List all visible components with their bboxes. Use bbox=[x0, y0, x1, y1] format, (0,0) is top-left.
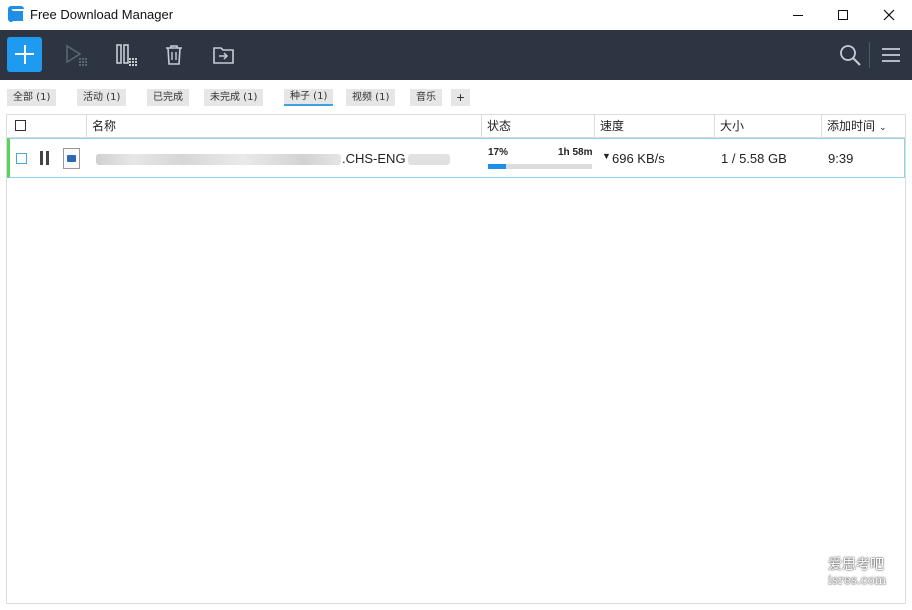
filter-all[interactable]: 全部 (1) bbox=[7, 89, 57, 106]
main-menu-button[interactable] bbox=[879, 43, 903, 67]
column-header-added[interactable]: 添加时间 ⌄ bbox=[822, 115, 905, 137]
minimize-icon bbox=[793, 14, 803, 16]
hamburger-menu-icon bbox=[882, 48, 900, 62]
table-row[interactable]: .CHS-ENG 17% 1h 58m ▼ 696 KB/s 1 / 5.58 … bbox=[7, 138, 905, 178]
download-speed: 696 KB/s bbox=[612, 151, 665, 166]
added-time: 9:39 bbox=[828, 151, 854, 166]
file-name: .CHS-ENG bbox=[342, 151, 406, 166]
search-button[interactable] bbox=[838, 43, 862, 67]
row-checkbox[interactable] bbox=[16, 153, 27, 164]
pause-icon[interactable] bbox=[39, 151, 51, 165]
downloads-table: 名称 状态 速度 大小 添加时间 ⌄ .CHS-ENG 17% 1h 58m ▼ … bbox=[6, 114, 906, 604]
move-folder-icon bbox=[213, 47, 234, 64]
pause-button[interactable] bbox=[114, 43, 138, 67]
filter-torrents[interactable]: 种子 (1) bbox=[284, 89, 334, 106]
filter-incomplete[interactable]: 未完成 (1) bbox=[204, 89, 264, 106]
title-bar: Free Download Manager bbox=[0, 0, 912, 30]
column-header-size[interactable]: 大小 bbox=[715, 115, 822, 137]
add-download-button[interactable] bbox=[7, 37, 42, 72]
watermark-line-1: 爱思考吧 bbox=[828, 557, 884, 573]
blurred-filename bbox=[96, 154, 341, 165]
column-header-name[interactable]: 名称 bbox=[87, 115, 482, 137]
filter-active[interactable]: 活动 (1) bbox=[77, 89, 127, 106]
filter-video[interactable]: 视频 (1) bbox=[346, 89, 396, 106]
minimize-button[interactable] bbox=[775, 0, 821, 30]
filter-completed[interactable]: 已完成 bbox=[147, 89, 189, 106]
filter-music[interactable]: 音乐 bbox=[410, 89, 442, 106]
video-file-icon bbox=[63, 148, 80, 169]
pause-all-icon bbox=[116, 44, 137, 66]
fdm-logo-icon bbox=[8, 6, 25, 23]
toolbar bbox=[0, 30, 912, 80]
play-icon bbox=[66, 44, 87, 66]
column-header-added-label: 添加时间 bbox=[827, 119, 876, 133]
progress-bar-fill bbox=[488, 164, 506, 169]
filter-tabs: 全部 (1) 活动 (1) 已完成 未完成 (1) 种子 (1) 视频 (1) … bbox=[0, 80, 912, 112]
move-to-folder-button[interactable] bbox=[212, 43, 236, 67]
blurred-filename-suffix bbox=[408, 154, 450, 165]
search-icon bbox=[840, 45, 861, 66]
download-arrow-icon: ▼ bbox=[602, 151, 611, 161]
sort-chevron-down-icon: ⌄ bbox=[879, 123, 887, 133]
app-window: Free Download Manager 全部 (1) 活动 (1) 已完成 … bbox=[0, 0, 912, 610]
maximize-button[interactable] bbox=[820, 0, 866, 30]
progress-percent: 17% bbox=[488, 147, 509, 158]
watermark: 爱思考吧 isres.com bbox=[828, 558, 886, 588]
header-select-cell bbox=[7, 115, 87, 137]
delete-button[interactable] bbox=[162, 43, 186, 67]
select-all-checkbox[interactable] bbox=[15, 120, 26, 131]
add-filter-button[interactable]: + bbox=[451, 89, 470, 106]
table-header: 名称 状态 速度 大小 添加时间 ⌄ bbox=[7, 115, 905, 138]
watermark-line-2: isres.com bbox=[828, 573, 887, 587]
close-button[interactable] bbox=[866, 0, 912, 30]
column-header-speed[interactable]: 速度 bbox=[595, 115, 715, 137]
resume-button[interactable] bbox=[64, 43, 88, 67]
column-header-status[interactable]: 状态 bbox=[482, 115, 595, 137]
trash-icon bbox=[166, 45, 182, 65]
progress-bar bbox=[488, 164, 592, 169]
window-title: Free Download Manager bbox=[30, 7, 174, 22]
time-remaining: 1h 58m bbox=[558, 147, 593, 158]
file-size: 1 / 5.58 GB bbox=[721, 151, 787, 166]
toolbar-divider bbox=[869, 42, 870, 68]
close-icon bbox=[883, 9, 895, 21]
maximize-icon bbox=[838, 10, 848, 20]
